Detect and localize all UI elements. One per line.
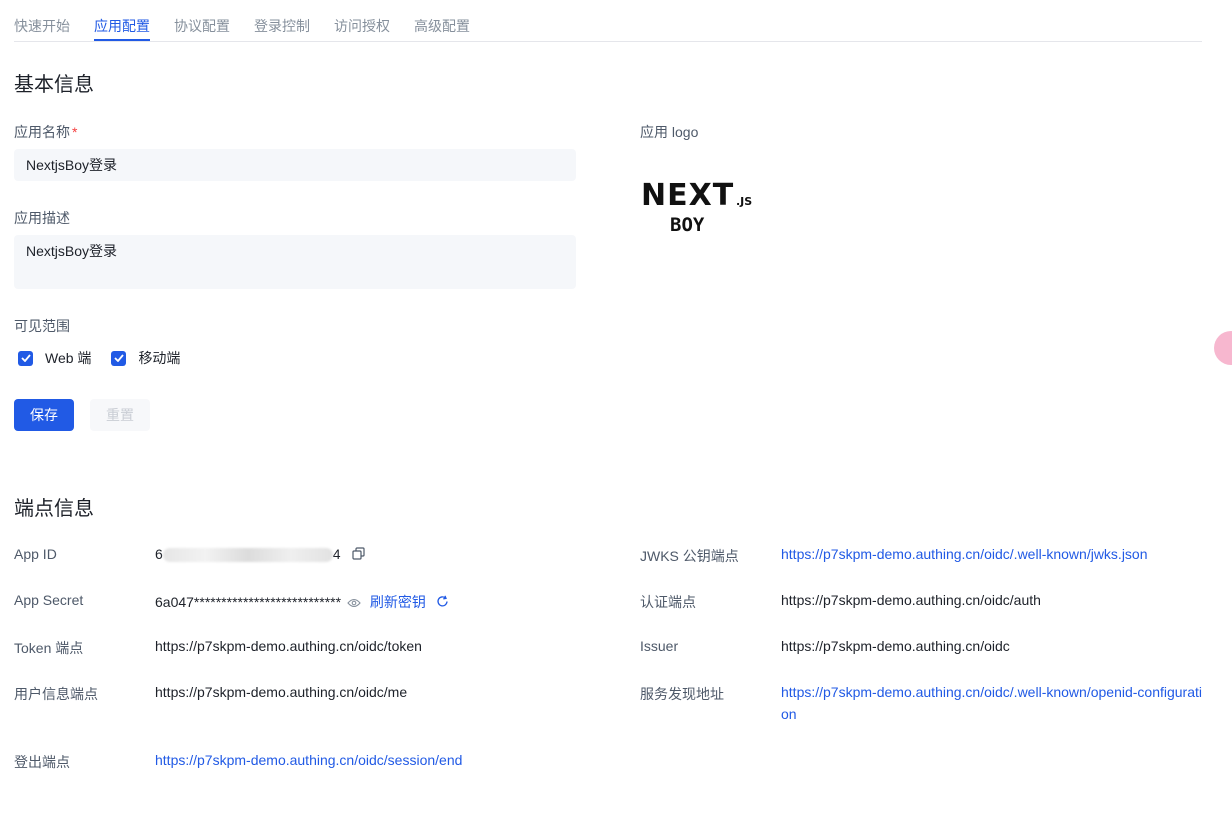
logo-suffix-text: .JS <box>736 195 752 208</box>
tab-app-config[interactable]: 应用配置 <box>94 16 150 36</box>
checkbox-web[interactable]: Web 端 <box>18 348 91 368</box>
issuer-label: Issuer <box>640 638 679 654</box>
logout-endpoint-label: 登出端点 <box>14 754 70 770</box>
checkbox-mobile[interactable]: 移动端 <box>111 348 180 368</box>
check-icon[interactable] <box>18 350 33 366</box>
checkbox-web-label: Web 端 <box>45 350 92 366</box>
logout-endpoint-link[interactable]: https://p7skpm-demo.authing.cn/oidc/sess… <box>155 749 462 771</box>
checkbox-mobile-label: 移动端 <box>138 350 181 366</box>
refresh-secret-button[interactable]: 刷新密钥 <box>370 594 426 610</box>
issuer-value: https://p7skpm-demo.authing.cn/oidc <box>781 638 1010 654</box>
logo-sub-text: BOY <box>670 214 705 236</box>
app-secret-label: App Secret <box>14 592 84 608</box>
refresh-icon[interactable] <box>436 595 449 611</box>
auth-endpoint-value: https://p7skpm-demo.authing.cn/oidc/auth <box>781 592 1041 608</box>
redacted-region <box>162 548 333 563</box>
logo-main-text: NEXT <box>641 178 734 213</box>
app-name-label: 应用名称 * <box>14 124 78 140</box>
token-endpoint-label: Token 端点 <box>14 640 84 656</box>
floating-helper-button[interactable] <box>1214 331 1232 365</box>
tab-access-auth[interactable]: 访问授权 <box>334 16 390 36</box>
app-desc-label: 应用描述 <box>14 210 70 226</box>
jwks-endpoint-label: JWKS 公钥端点 <box>640 548 739 564</box>
required-mark: * <box>72 124 78 140</box>
app-id-value: 64 <box>155 546 366 563</box>
app-name-input[interactable]: NextjsBoy登录 <box>14 149 576 181</box>
check-icon[interactable] <box>111 350 127 366</box>
tab-login-control[interactable]: 登录控制 <box>254 16 310 36</box>
jwks-endpoint-link[interactable]: https://p7skpm-demo.authing.cn/oidc/.wel… <box>781 543 1148 565</box>
visibility-label: 可见范围 <box>14 318 70 334</box>
tab-quick-start[interactable]: 快速开始 <box>14 16 70 36</box>
userinfo-endpoint-value: https://p7skpm-demo.authing.cn/oidc/me <box>155 684 408 700</box>
app-logo[interactable]: NEXT .JS BOY <box>640 176 760 240</box>
tab-protocol-config[interactable]: 协议配置 <box>174 16 230 36</box>
reset-button[interactable]: 重置 <box>90 399 150 431</box>
save-button[interactable]: 保存 <box>14 399 74 431</box>
tab-bar: 快速开始 应用配置 协议配置 登录控制 访问授权 高级配置 <box>14 0 1202 42</box>
app-secret-value: 6a047*************************** <box>155 594 342 610</box>
discovery-label: 服务发现地址 <box>640 686 724 702</box>
tab-advanced-config[interactable]: 高级配置 <box>414 16 470 36</box>
app-logo-label: 应用 logo <box>640 124 699 140</box>
eye-icon[interactable] <box>347 595 361 611</box>
userinfo-endpoint-label: 用户信息端点 <box>14 686 98 702</box>
endpoints-title: 端点信息 <box>14 498 94 520</box>
basic-info-title: 基本信息 <box>14 74 94 96</box>
token-endpoint-value: https://p7skpm-demo.authing.cn/oidc/toke… <box>155 638 422 654</box>
app-secret-row: 6a047*************************** 刷新密钥 <box>155 592 449 612</box>
visibility-options: Web 端 移动端 <box>18 348 200 368</box>
discovery-link[interactable]: https://p7skpm-demo.authing.cn/oidc/.wel… <box>781 681 1206 725</box>
auth-endpoint-label: 认证端点 <box>640 594 696 610</box>
app-id-label: App ID <box>14 546 57 562</box>
app-desc-textarea[interactable]: NextjsBoy登录 <box>14 235 576 289</box>
active-tab-indicator <box>94 39 150 41</box>
copy-icon[interactable] <box>352 547 366 563</box>
